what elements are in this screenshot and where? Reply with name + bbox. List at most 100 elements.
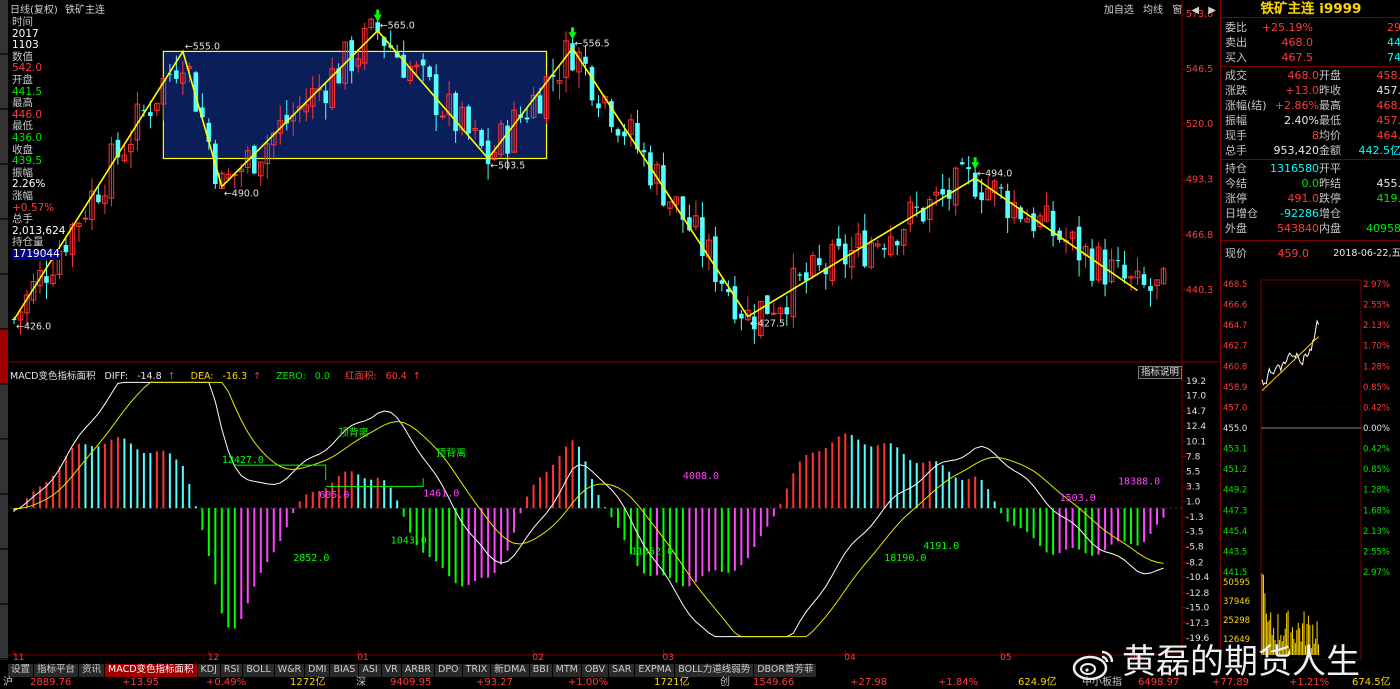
quote-value: 419. — [1376, 192, 1400, 205]
indicator-tab[interactable]: DPO — [435, 664, 463, 677]
candle-body — [537, 95, 543, 114]
indicator-tab[interactable]: 指标平台 — [34, 664, 80, 677]
info-value: 439.5 — [12, 155, 43, 168]
info-value: 436.0 — [12, 131, 43, 144]
divider — [1221, 159, 1400, 160]
indicator-tab[interactable]: BOLL力道线弱势 — [675, 664, 755, 677]
indicator-tab[interactable]: BBI — [529, 664, 553, 677]
indicator-tab[interactable]: 新DMA — [491, 664, 530, 677]
mini-price-label: 460.8 — [1223, 362, 1247, 372]
mini-volume-label: 37946 — [1223, 597, 1250, 607]
quote-label: 跌停 — [1319, 192, 1341, 205]
candle-body — [433, 74, 439, 116]
candle-body — [1141, 274, 1147, 285]
quote-label: 外盘 — [1225, 222, 1247, 235]
macd-tick-label: 7.8 — [1186, 453, 1201, 463]
add-favorite-button[interactable]: 加自选 — [1104, 5, 1134, 16]
indicator-tab[interactable]: RSI — [220, 664, 244, 677]
candle-body — [1115, 260, 1121, 262]
mini-price-label: 458.9 — [1223, 383, 1247, 393]
mini-price-label: 457.0 — [1223, 403, 1247, 413]
divergence-label: 顶背离 — [436, 447, 466, 460]
indicator-help-button[interactable]: 指标说明 — [1138, 366, 1182, 379]
quote-value: +2.86% — [1274, 99, 1319, 112]
macd-tick-label: -1.3 — [1186, 513, 1204, 523]
mini-pct-label: 2.13% — [1363, 321, 1390, 331]
indicator-tab[interactable]: ARBR — [401, 664, 436, 677]
macd-area-label: 18388.0 — [1118, 476, 1160, 487]
window-button[interactable]: 窗 — [1172, 5, 1182, 16]
quote-value: +13.0 — [1285, 84, 1319, 97]
candle-body — [583, 56, 588, 64]
mini-pct-label: 1.70% — [1363, 342, 1390, 352]
chart-toolbar: 加自选 均线 窗 ◀ ▶ — [1098, 1, 1216, 16]
quote-row: 成交 468.0 开盘 458. — [1225, 68, 1400, 83]
indicator-tab[interactable]: MACD变色指标面积 — [105, 664, 198, 677]
indicator-tab[interactable]: ASI — [359, 664, 382, 677]
watermark-text: 黄磊的期货人生 — [1122, 642, 1360, 682]
quote-row: 涨停 491.0 跌停 419. — [1225, 191, 1400, 206]
candle-body — [979, 192, 984, 201]
signal-arrow-icon — [571, 27, 575, 34]
candle-body — [959, 162, 965, 165]
indicator-tab[interactable]: SAR — [609, 664, 636, 677]
mini-volume-label: 50595 — [1223, 578, 1250, 588]
indicator-tab[interactable]: TRIX — [462, 664, 492, 677]
candle-body — [784, 307, 790, 315]
candle-body — [894, 241, 900, 246]
contract-label: 铁矿主连 — [65, 5, 105, 16]
price-tick-label: 546.5 — [1186, 64, 1213, 75]
indicator-tab[interactable]: BIAS — [330, 664, 360, 677]
quote-value: 29 — [1387, 21, 1400, 34]
candle-body — [914, 206, 920, 208]
indicator-tab[interactable]: KDJ — [197, 664, 221, 677]
candle-body — [797, 274, 803, 276]
indicator-tab[interactable]: BOLL — [243, 664, 275, 677]
indicator-tab[interactable]: OBV — [581, 664, 610, 677]
next-arrow-icon[interactable]: ▶ — [1208, 5, 1216, 16]
macd-name: MACD变色指标面积 — [10, 371, 96, 382]
info-label: 开盘 — [12, 73, 33, 86]
month-label: 01 — [357, 653, 368, 663]
status-item: 沪 — [3, 677, 13, 688]
quote-row: 买入 467.5 74 — [1225, 50, 1400, 65]
candle-body — [940, 189, 945, 195]
indicator-tab[interactable]: MTM — [552, 664, 582, 677]
indicator-tab[interactable]: EXPMA — [635, 664, 676, 677]
mini-pct-label: 1.28% — [1363, 362, 1390, 372]
status-item: 2889.76 — [30, 677, 72, 688]
status-item: 624.9亿 — [1018, 677, 1057, 688]
mini-pct-label: 0.85% — [1363, 383, 1390, 393]
status-item: 深 — [356, 677, 366, 688]
quote-value: 543840 — [1277, 222, 1319, 235]
indicator-tab[interactable]: 设置 — [8, 664, 35, 677]
mini-pct-label: 0.00% — [1363, 424, 1390, 434]
dea-readout: DEA: -16.3 ↑ — [190, 371, 262, 382]
prev-arrow-icon[interactable]: ◀ — [1191, 5, 1199, 16]
divergence-label: 顶背离 — [339, 426, 369, 439]
candle-body — [44, 276, 49, 283]
quote-label: 最低 — [1319, 114, 1341, 127]
mini-price-label: 455.0 — [1223, 424, 1247, 434]
period-label[interactable]: 日线(复权) — [10, 5, 58, 16]
candle-body — [251, 145, 257, 174]
mini-price-label: 453.1 — [1223, 445, 1247, 455]
quote-value: 442.5亿 — [1358, 144, 1400, 157]
moving-average-button[interactable]: 均线 — [1143, 5, 1163, 16]
indicator-tab[interactable]: W&R — [274, 664, 306, 677]
macd-area-label: 1503.0 — [1060, 493, 1096, 504]
indicator-tab[interactable]: VR — [381, 664, 402, 677]
indicator-tab[interactable]: 资讯 — [79, 664, 106, 677]
quote-value: 8 — [1312, 129, 1319, 142]
quote-label: 金额 — [1319, 144, 1341, 157]
weibo-watermark: 黄磊的期货人生 — [1072, 634, 1360, 683]
candle-body — [148, 112, 153, 117]
intraday-mini-chart: 468.5 2.97% 466.6 2.55% 464.7 2.13% 462.7 1.70%… — [1223, 279, 1390, 660]
indicator-tab[interactable]: DBOR首芳菲 — [754, 664, 818, 677]
macd-tick-label: -5.8 — [1186, 543, 1204, 553]
macd-tick-label: -3.5 — [1186, 527, 1204, 537]
macd-tick-label: 5.5 — [1186, 468, 1200, 478]
quote-value: 74 — [1387, 51, 1400, 64]
indicator-tab[interactable]: DMI — [305, 664, 331, 677]
quote-value: 467.5 — [1281, 51, 1314, 64]
